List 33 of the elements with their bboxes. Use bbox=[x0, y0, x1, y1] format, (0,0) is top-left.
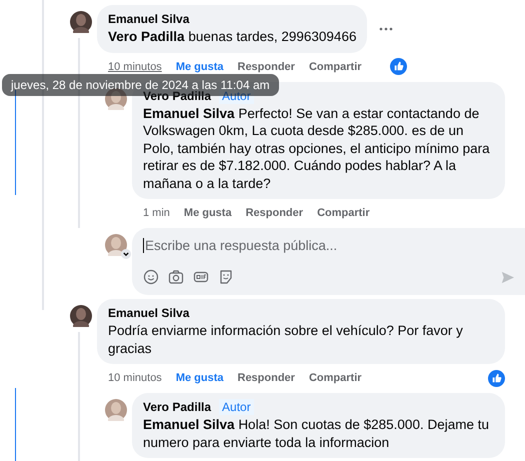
thumbs-up-icon[interactable] bbox=[390, 58, 407, 75]
like-link[interactable]: Me gusta bbox=[176, 60, 224, 72]
timestamp-link[interactable]: 1 min bbox=[143, 207, 170, 219]
like-link[interactable]: Me gusta bbox=[176, 372, 224, 384]
share-link[interactable]: Compartir bbox=[308, 372, 362, 384]
comment-text: Podría enviarme información sobre el vehículo? Por favor y gracias bbox=[108, 322, 464, 357]
like-link[interactable]: Me gusta bbox=[184, 207, 232, 219]
gif-icon[interactable] bbox=[193, 269, 209, 285]
thumbs-up-icon[interactable] bbox=[488, 370, 505, 386]
comment-text: Emanuel Silva Perfecto! Se van a estar contactando de Volkswagen 0km, La cuota desde $285.000. es de un Polo, también hay otras opciones, el anticipo mínimo para retirar es de $7.182.000. Cuándo podes hablar? A la mañana o a la tarde? bbox=[143, 104, 491, 192]
reply-input[interactable]: Escribe una respuesta pública... bbox=[143, 238, 517, 253]
avatar[interactable] bbox=[70, 11, 92, 33]
author-name[interactable]: Vero Padilla bbox=[143, 399, 212, 415]
reply-link[interactable]: Responder bbox=[238, 372, 295, 384]
more-options-icon[interactable] bbox=[379, 26, 394, 31]
comment-text: Vero Padilla buenas tardes, 2996309466 bbox=[108, 28, 356, 46]
chevron-down-icon[interactable] bbox=[121, 249, 131, 259]
smiley-icon[interactable] bbox=[143, 269, 159, 285]
comment-text: Emanuel Silva Hola! Son cuotas de $285.000. Dejame tu numero para enviarte toda la informacion bbox=[143, 416, 490, 451]
camera-icon[interactable] bbox=[168, 269, 184, 285]
reply-link[interactable]: Responder bbox=[246, 207, 304, 219]
sticker-icon[interactable] bbox=[218, 269, 234, 285]
reply-link[interactable]: Responder bbox=[238, 60, 295, 72]
avatar[interactable] bbox=[70, 305, 92, 327]
author-name[interactable]: Emanuel Silva bbox=[108, 305, 190, 321]
share-link[interactable]: Compartir bbox=[317, 207, 370, 219]
author-badge: Autor bbox=[219, 399, 254, 415]
author-name[interactable]: Emanuel Silva bbox=[108, 11, 190, 27]
author-name[interactable]: Vero Padilla bbox=[143, 88, 212, 104]
timestamp-link[interactable]: 10 minutos bbox=[108, 372, 162, 384]
timestamp-link[interactable]: 10 minutos bbox=[108, 60, 162, 72]
share-link[interactable]: Compartir bbox=[308, 60, 362, 72]
avatar[interactable] bbox=[105, 88, 127, 110]
